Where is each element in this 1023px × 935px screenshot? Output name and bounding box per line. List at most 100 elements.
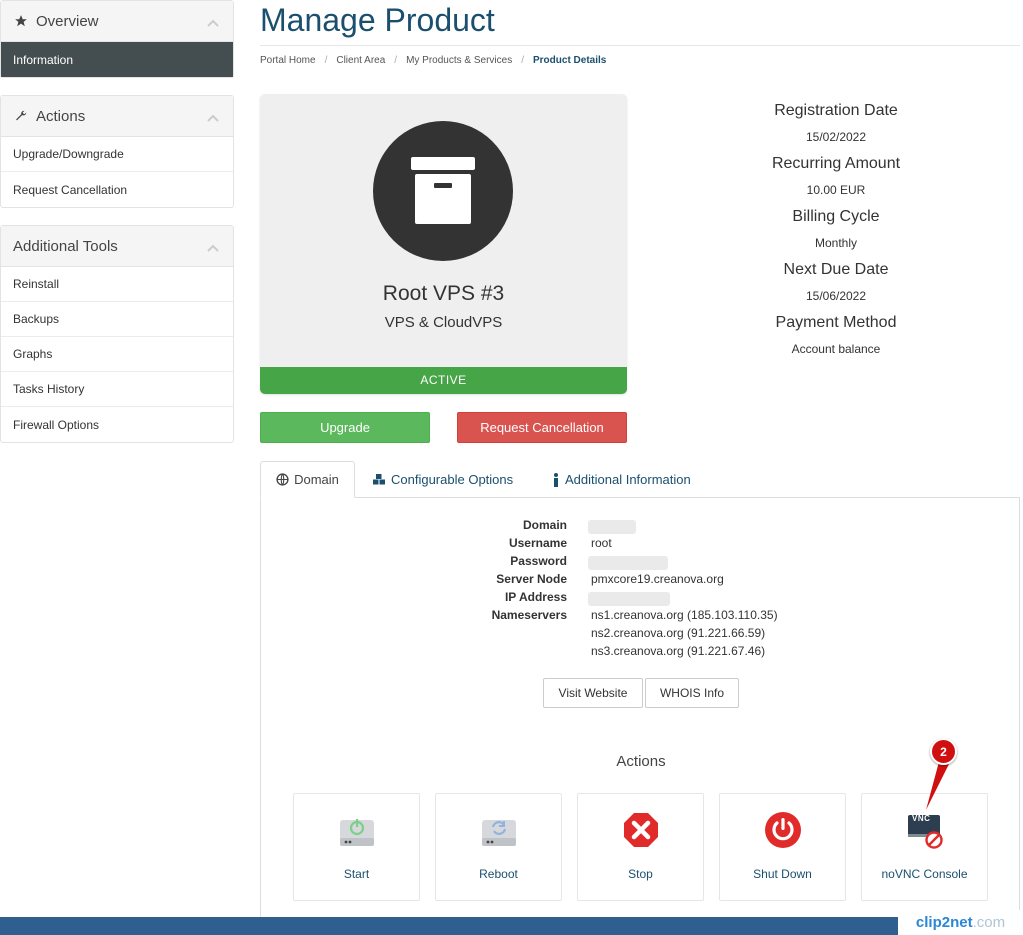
request-cancellation-button[interactable]: Request Cancellation bbox=[457, 412, 627, 443]
actions-title: Actions bbox=[616, 753, 666, 770]
action-label: Reboot bbox=[479, 867, 518, 881]
detail-label: IP Address bbox=[504, 590, 567, 604]
panel-title: Actions bbox=[36, 107, 86, 125]
novnc-console-action-button[interactable]: VNC noVNC Console bbox=[861, 793, 988, 901]
power-icon bbox=[765, 812, 801, 848]
upgrade-button[interactable]: Upgrade bbox=[260, 412, 430, 443]
sidebar-item-label: Firewall Options bbox=[13, 417, 100, 432]
domain-tab-panel: Domain Username root Password Server Nod… bbox=[260, 497, 1020, 917]
chevron-up-icon[interactable] bbox=[207, 239, 219, 256]
breadcrumb-products-services[interactable]: My Products & Services bbox=[406, 55, 512, 66]
panel-header-overview[interactable]: Overview bbox=[1, 1, 233, 42]
reboot-server-icon bbox=[482, 820, 516, 846]
sidebar-item-reinstall[interactable]: Reinstall bbox=[1, 267, 233, 302]
annotation-number-badge: 2 bbox=[930, 738, 957, 765]
sidebar-item-information[interactable]: Information bbox=[1, 42, 233, 77]
sidebar-item-label: Upgrade/Downgrade bbox=[13, 147, 124, 161]
sidebar-item-upgrade-downgrade[interactable]: Upgrade/Downgrade bbox=[1, 137, 233, 172]
page-title: Manage Product bbox=[260, 2, 495, 38]
info-label: Recurring Amount bbox=[771, 155, 901, 172]
detail-label: Domain bbox=[522, 518, 567, 532]
product-name: Root VPS #3 bbox=[382, 282, 505, 305]
globe-icon bbox=[276, 473, 289, 486]
shut-down-action-button[interactable]: Shut Down bbox=[719, 793, 846, 901]
stop-action-button[interactable]: Stop bbox=[577, 793, 704, 901]
billing-info: Registration Date 15/02/2022 Recurring A… bbox=[726, 100, 946, 365]
breadcrumb-separator: / bbox=[521, 55, 524, 66]
breadcrumb-client-area[interactable]: Client Area bbox=[336, 55, 385, 66]
reboot-action-button[interactable]: Reboot bbox=[435, 793, 562, 901]
detail-label: Username bbox=[508, 536, 567, 550]
detail-label: Password bbox=[510, 554, 567, 568]
tab-domain[interactable]: Domain bbox=[260, 461, 355, 498]
sidebar-panel-overview: Overview Information bbox=[0, 0, 234, 78]
sidebar-item-graphs[interactable]: Graphs bbox=[1, 337, 233, 372]
breadcrumb-product-details: Product Details bbox=[533, 55, 607, 66]
action-label: Stop bbox=[628, 867, 653, 881]
panel-title: Overview bbox=[36, 12, 99, 30]
product-tabs: Domain Configurable Options Additional I… bbox=[260, 461, 1020, 498]
detail-row-nameservers: Nameservers ns1.creanova.org (185.103.11… bbox=[261, 608, 1019, 626]
detail-row-password: Password bbox=[261, 554, 1019, 572]
breadcrumb: Portal Home / Client Area / My Products … bbox=[260, 45, 1020, 75]
info-value: 10.00 EUR bbox=[806, 183, 866, 197]
tab-label: Configurable Options bbox=[391, 472, 514, 487]
redacted-value bbox=[588, 592, 670, 606]
sidebar-item-label: Backups bbox=[13, 312, 60, 326]
sidebar-item-label: Information bbox=[13, 52, 74, 67]
detail-row-ip-address: IP Address bbox=[261, 590, 1019, 608]
chevron-up-icon[interactable] bbox=[207, 109, 219, 126]
sidebar-panel-additional-tools: Additional Tools Reinstall Backups Graph… bbox=[0, 225, 234, 443]
info-label: Billing Cycle bbox=[792, 208, 880, 225]
watermark-suffix: .com bbox=[972, 914, 1006, 931]
panel-header-actions[interactable]: Actions bbox=[1, 96, 233, 137]
start-action-button[interactable]: Start bbox=[293, 793, 420, 901]
nameserver-value: ns3.creanova.org (91.221.67.46) bbox=[591, 644, 766, 658]
status-badge: ACTIVE bbox=[260, 367, 627, 394]
detail-row-username: Username root bbox=[261, 536, 1019, 554]
product-card: Root VPS #3 VPS & CloudVPS ACTIVE bbox=[260, 94, 627, 394]
star-icon bbox=[13, 13, 29, 29]
watermark-brand: clip2net bbox=[915, 914, 973, 931]
detail-label: Server Node bbox=[496, 572, 567, 586]
visit-website-button[interactable]: Visit Website bbox=[543, 678, 643, 708]
sidebar-item-tasks-history[interactable]: Tasks History bbox=[1, 372, 233, 407]
action-label: noVNC Console bbox=[881, 867, 968, 881]
watermark-logo: clip2net .com bbox=[898, 910, 1023, 935]
info-value: 15/06/2022 bbox=[805, 289, 867, 303]
info-value: Account balance bbox=[791, 342, 881, 356]
sidebar-item-label: Tasks History bbox=[13, 382, 85, 396]
detail-value: root bbox=[591, 536, 612, 550]
whois-info-button[interactable]: WHOIS Info bbox=[645, 678, 739, 708]
redacted-value bbox=[588, 520, 636, 534]
tab-label: Domain bbox=[294, 472, 339, 487]
panel-title: Additional Tools bbox=[13, 237, 118, 255]
chevron-up-icon[interactable] bbox=[207, 14, 219, 31]
sidebar-item-backups[interactable]: Backups bbox=[1, 302, 233, 337]
footer-bar bbox=[0, 917, 1023, 935]
detail-value: pmxcore19.creanova.org bbox=[591, 572, 724, 586]
cubes-icon bbox=[372, 473, 386, 486]
info-label: Registration Date bbox=[774, 102, 898, 119]
info-label: Payment Method bbox=[775, 314, 897, 331]
breadcrumb-separator: / bbox=[324, 55, 328, 66]
redacted-value bbox=[588, 556, 668, 570]
tab-configurable-options[interactable]: Configurable Options bbox=[372, 461, 513, 498]
nameserver-value: ns1.creanova.org (185.103.110.35) bbox=[591, 608, 778, 622]
breadcrumb-portal-home[interactable]: Portal Home bbox=[260, 55, 316, 66]
info-value: Monthly bbox=[814, 236, 858, 250]
product-icon-circle bbox=[373, 121, 513, 261]
panel-header-additional-tools[interactable]: Additional Tools bbox=[1, 226, 233, 267]
product-group: VPS & CloudVPS bbox=[384, 314, 503, 331]
start-server-icon bbox=[340, 819, 374, 846]
action-label: Shut Down bbox=[753, 867, 812, 881]
stop-icon bbox=[624, 813, 658, 847]
sidebar-item-firewall-options[interactable]: Firewall Options bbox=[1, 407, 233, 442]
info-label: Next Due Date bbox=[783, 261, 889, 278]
sidebar-item-label: Graphs bbox=[13, 347, 53, 361]
tab-label: Additional Information bbox=[565, 472, 691, 487]
action-label: Start bbox=[343, 867, 370, 881]
sidebar-item-request-cancellation[interactable]: Request Cancellation bbox=[1, 172, 233, 207]
tab-additional-information[interactable]: Additional Information bbox=[552, 461, 691, 498]
detail-label: Nameservers bbox=[491, 608, 567, 622]
